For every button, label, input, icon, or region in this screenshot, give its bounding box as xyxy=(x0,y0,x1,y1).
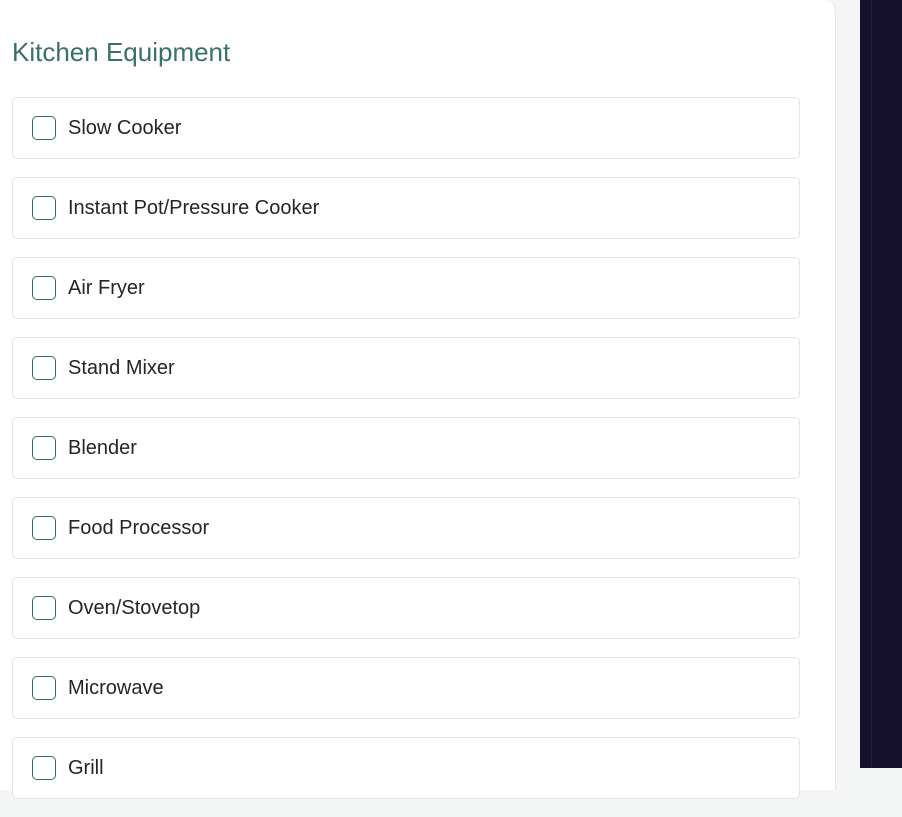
option-stand-mixer[interactable]: Stand Mixer xyxy=(12,337,800,399)
option-label: Stand Mixer xyxy=(68,357,175,379)
option-oven-stovetop[interactable]: Oven/Stovetop xyxy=(12,577,800,639)
dark-sidebar-edge xyxy=(860,0,902,768)
checkbox[interactable] xyxy=(32,516,56,540)
checkbox[interactable] xyxy=(32,436,56,460)
option-label: Slow Cooker xyxy=(68,117,182,139)
checkbox[interactable] xyxy=(32,196,56,220)
option-blender[interactable]: Blender xyxy=(12,417,800,479)
option-label: Oven/Stovetop xyxy=(68,597,201,619)
equipment-options-list: Slow Cooker Instant Pot/Pressure Cooker … xyxy=(12,97,800,817)
option-grill[interactable]: Grill xyxy=(12,737,800,799)
option-food-processor[interactable]: Food Processor xyxy=(12,497,800,559)
option-label: Food Processor xyxy=(68,517,210,539)
option-label: Microwave xyxy=(68,677,164,699)
equipment-panel: Kitchen Equipment Slow Cooker Instant Po… xyxy=(0,0,836,799)
option-label: Air Fryer xyxy=(68,277,145,299)
section-title: Kitchen Equipment xyxy=(12,37,231,67)
option-instant-pot[interactable]: Instant Pot/Pressure Cooker xyxy=(12,177,800,239)
option-label: Blender xyxy=(68,437,137,459)
option-microwave[interactable]: Microwave xyxy=(12,657,800,719)
option-label: Instant Pot/Pressure Cooker xyxy=(68,197,320,219)
checkbox[interactable] xyxy=(32,356,56,380)
checkbox[interactable] xyxy=(32,596,56,620)
checkbox[interactable] xyxy=(32,756,56,780)
option-label: Grill xyxy=(68,757,104,779)
checkbox[interactable] xyxy=(32,276,56,300)
checkbox[interactable] xyxy=(32,116,56,140)
sidebar-divider xyxy=(871,0,872,768)
option-slow-cooker[interactable]: Slow Cooker xyxy=(12,97,800,159)
checkbox[interactable] xyxy=(32,676,56,700)
option-air-fryer[interactable]: Air Fryer xyxy=(12,257,800,319)
